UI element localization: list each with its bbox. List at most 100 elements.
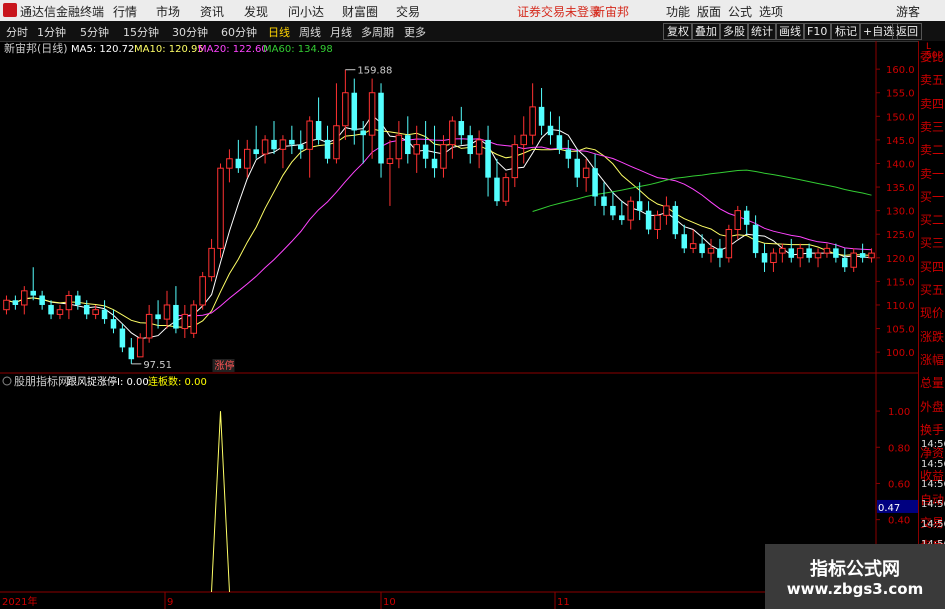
- period-fenshi[interactable]: 分时: [6, 24, 28, 40]
- menu-item-hangqing[interactable]: 行情: [113, 3, 137, 20]
- candle-body: [833, 248, 839, 258]
- price-tick-label: 120.0: [886, 254, 915, 265]
- price-tick-label: 115.0: [886, 277, 915, 288]
- menu-item-faxian[interactable]: 发现: [244, 3, 268, 20]
- candle-body: [75, 295, 81, 305]
- candle-body: [279, 139, 287, 150]
- period-monthly[interactable]: 月线: [330, 24, 352, 40]
- price-tick-label: 150.0: [886, 112, 915, 123]
- ma5-line: [6, 114, 872, 340]
- candle-body: [163, 304, 171, 320]
- price-tick-label: 100.0: [886, 348, 915, 359]
- period-30min[interactable]: 30分钟: [172, 24, 208, 40]
- quote-field-label: 卖五: [920, 73, 945, 88]
- price-tick-label: 160.0: [886, 65, 915, 76]
- candle-body: [574, 158, 580, 178]
- period-multi[interactable]: 多周期: [361, 24, 394, 40]
- candle-body: [663, 205, 670, 216]
- menu-item-shichang[interactable]: 市场: [156, 3, 180, 20]
- tick-time-label: 14:56: [921, 519, 945, 530]
- period-toolbar: 分时 1分钟 5分钟 15分钟 30分钟 60分钟 日线 周线 月线 多周期 更…: [0, 21, 945, 42]
- stats-button[interactable]: 统计: [747, 23, 777, 40]
- candle-body: [21, 290, 28, 306]
- period-daily[interactable]: 日线: [268, 24, 290, 40]
- menu-item-xuanxiang[interactable]: 选项: [759, 3, 783, 20]
- candle-body: [538, 106, 545, 126]
- period-weekly[interactable]: 周线: [299, 24, 321, 40]
- login-notice[interactable]: 证券交易未登录: [517, 3, 601, 20]
- candle-body: [823, 247, 831, 254]
- indicator-toggle-icon[interactable]: [2, 376, 12, 386]
- candle-body: [413, 144, 420, 155]
- candle-body: [458, 121, 465, 136]
- period-60min[interactable]: 60分钟: [221, 24, 257, 40]
- ma10-line: [6, 128, 872, 328]
- menu-item-gongshi[interactable]: 公式: [728, 3, 752, 20]
- candle-body: [368, 92, 376, 136]
- candle-body: [725, 229, 733, 259]
- ma60-label: MA60: 134.98: [263, 44, 333, 55]
- kline-chart[interactable]: 新宙邦(日线) MA5: 120.72 MA10: 120.95 MA20: 1…: [0, 41, 918, 609]
- candle-body: [850, 252, 857, 268]
- quote-field-label: 现价: [920, 306, 945, 321]
- candle-body: [502, 177, 510, 202]
- candle-body: [208, 247, 215, 278]
- indicator-tick-label: 1.00: [888, 407, 910, 418]
- candle-body: [494, 177, 500, 202]
- f10-button[interactable]: F10: [803, 23, 832, 40]
- period-1min[interactable]: 1分钟: [37, 24, 66, 40]
- candle-body: [243, 148, 251, 169]
- draw-line-button[interactable]: 画线: [775, 23, 805, 40]
- indicator-header: 股朋指标网 跟风捉涨停I: 0.00 连板数: 0.00: [2, 374, 207, 388]
- candle-body: [761, 253, 768, 263]
- indicator-tick-label: 0.40: [888, 516, 910, 527]
- candle-body: [351, 92, 358, 131]
- user-label[interactable]: 游客: [896, 3, 920, 20]
- candle-body: [119, 328, 126, 348]
- menu-item-zixun[interactable]: 资讯: [200, 3, 224, 20]
- menu-item-gongneng[interactable]: 功能: [666, 3, 690, 20]
- quote-field-label: 买五: [920, 283, 945, 297]
- price-tick-label: 105.0: [886, 325, 915, 336]
- back-button[interactable]: 返回: [892, 23, 922, 40]
- date-axis: 2021年 9 10 11: [2, 592, 570, 609]
- period-more[interactable]: 更多: [404, 24, 426, 40]
- main-panel-title: 新宙邦(日线): [4, 41, 68, 55]
- candle-body: [842, 257, 848, 268]
- quote-field-label: 卖一: [920, 166, 945, 181]
- overlay-button[interactable]: 叠加: [691, 23, 721, 40]
- ma20-label: MA20: 122.60: [198, 44, 268, 55]
- candle-body: [511, 144, 519, 179]
- candle-body: [395, 134, 403, 160]
- multi-stock-button[interactable]: 多股: [719, 23, 749, 40]
- menu-item-banmian[interactable]: 版面: [697, 3, 721, 20]
- candle-body: [814, 252, 822, 259]
- candle-body: [56, 309, 64, 315]
- quote-field-label: 换手: [920, 422, 945, 437]
- candle-body: [619, 215, 625, 221]
- mark-button[interactable]: 标记: [831, 23, 861, 40]
- menu-item-caifuquan[interactable]: 财富圈: [342, 3, 378, 20]
- quote-field-label: 买三: [920, 236, 945, 251]
- period-15min[interactable]: 15分钟: [123, 24, 159, 40]
- price-tick-label: 140.0: [886, 159, 915, 170]
- candle-body: [627, 200, 635, 221]
- indicator-current-value: 0.47: [878, 503, 900, 514]
- candle-body: [145, 313, 153, 339]
- candle-body: [173, 304, 179, 329]
- candle-body: [592, 168, 598, 197]
- tick-time-label: 14:56: [921, 499, 945, 510]
- candle-body: [181, 313, 189, 330]
- menu-item-wenxiaoda[interactable]: 问小达: [288, 3, 324, 20]
- candle-body: [582, 167, 590, 179]
- ma10-label: MA10: 120.95: [134, 44, 204, 55]
- candle-series: [3, 69, 875, 364]
- indicator-line: [211, 411, 230, 593]
- ma20-line: [175, 138, 872, 317]
- watermark-url: www.zbgs3.com: [786, 580, 924, 598]
- fuquan-button[interactable]: 复权: [663, 23, 693, 40]
- menu-item-jiaoyi[interactable]: 交易: [396, 3, 420, 20]
- candle-body: [788, 248, 795, 258]
- candle-body: [717, 248, 723, 258]
- period-5min[interactable]: 5分钟: [80, 24, 109, 40]
